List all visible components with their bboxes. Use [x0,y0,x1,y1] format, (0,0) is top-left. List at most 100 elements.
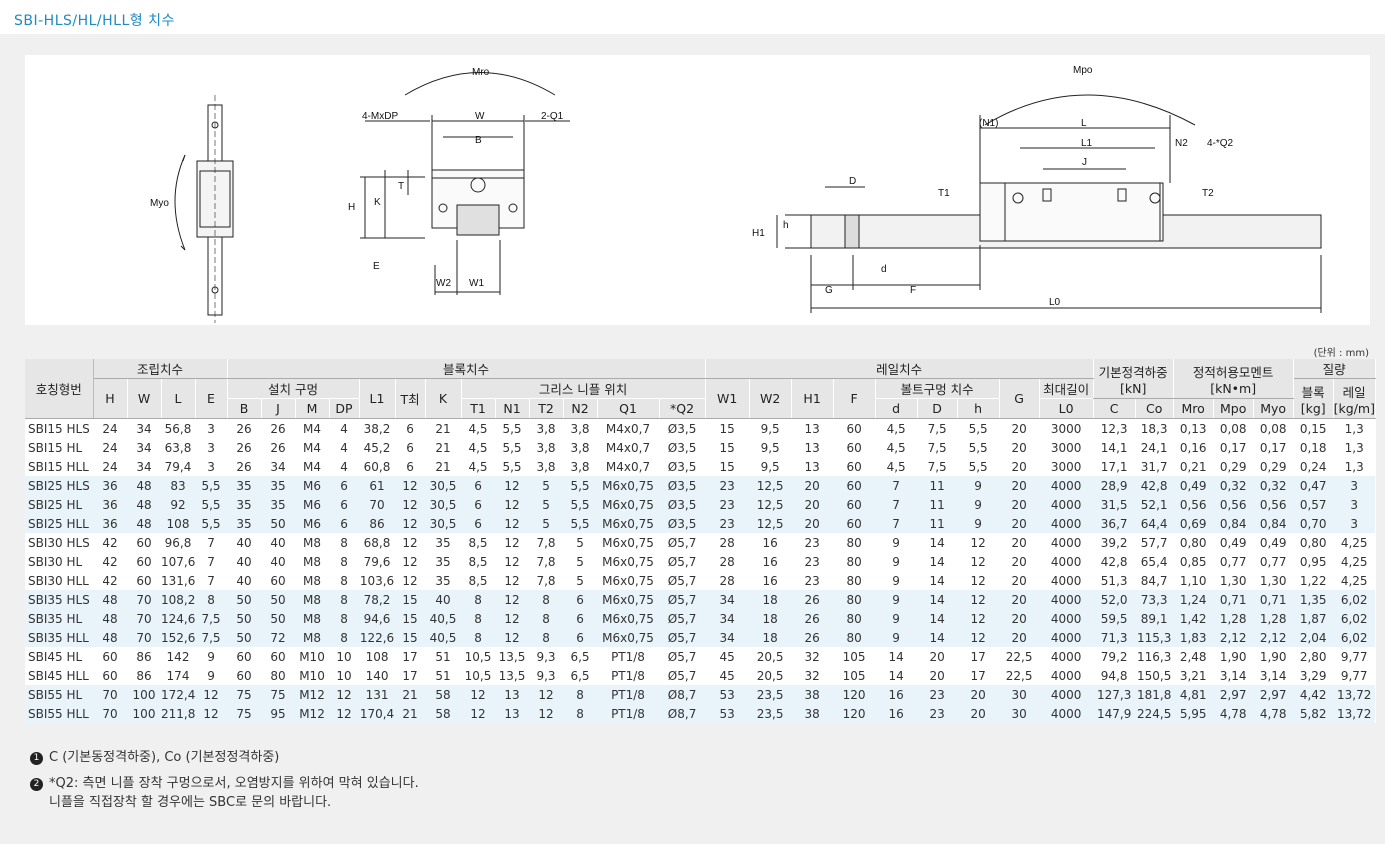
table-cell: 60 [136,535,152,550]
table-cell: 6 [395,418,426,438]
table-cell: 73,3 [1135,590,1174,609]
table-cell: 9 [875,609,918,628]
front-view [360,72,570,295]
d-big-label: D [849,176,856,187]
table-cell: 7,8 [536,535,556,550]
h-small-label: h [783,220,789,231]
table-cell: 24 [102,440,118,455]
table-cell: 0,16 [1179,440,1207,455]
table-cell: 96,8 [164,535,192,550]
table-cell: 20 [999,495,1040,514]
table-cell: 40,5 [425,628,462,647]
table-cell: 70 [359,495,396,514]
table-cell: 0,32 [1253,476,1294,495]
table-cell: 15 [395,628,426,647]
table-cell: 60,8 [363,459,391,474]
table-cell: 35 [435,554,451,569]
table-cell: Ø5,7 [667,573,697,588]
table-cell: 4000 [1050,573,1082,588]
table-cell: 9 [892,573,900,588]
table-cell: 0,71 [1213,590,1254,609]
table-cell: M6 [295,495,330,514]
table-cell: 34 [270,459,286,474]
table-cell: 2,04 [1293,628,1334,647]
h1-label: H1 [752,228,765,239]
table-cell: 108,2 [161,590,195,609]
table-cell: 6,5 [570,649,590,664]
table-cell: 11 [917,514,958,533]
table-cell: 18 [749,590,792,609]
table-cell: 13,5 [498,649,526,664]
table-cell: 20,5 [756,668,784,683]
table-row: SBI45 HLL 60 86 174 9 60 80 M10 10 140 17 51 10,5 13,… [25,666,1375,685]
table-cell: 152,6 [161,628,195,647]
table-cell: 86 [359,514,396,533]
table-cell: Ø8,7 [659,685,706,704]
table-cell: 13 [791,418,834,438]
table-cell: 0,84 [1213,514,1254,533]
header-load-rating: 기본정격하중 [kN] [1093,359,1174,399]
table-cell: 6,02 [1333,590,1376,609]
table-cell: 68,8 [363,535,391,550]
header-Mpo: Mpo [1213,398,1254,419]
table-cell: 80 [846,573,862,588]
table-cell: 5,5 [195,476,228,495]
model-cell: SBI45 HL [28,649,83,664]
table-cell: 23 [917,685,958,704]
table-cell: M6x0,75 [597,514,660,533]
table-cell: 60 [833,495,876,514]
table-cell: 20 [957,704,1000,723]
header-mass: 질량 [1293,359,1376,379]
table-cell: 70 [127,590,161,609]
table-cell: 0,08 [1253,418,1294,438]
table-cell: 4,25 [1340,554,1368,569]
table-cell: M6x0,75 [602,535,654,550]
table-cell: 75 [227,704,262,723]
table-cell: M12 [295,704,330,723]
table-cell: Ø5,7 [667,554,697,569]
header-Q2: *Q2 [659,398,706,419]
table-cell: 4,78 [1253,704,1294,723]
table-cell: 79,2 [1100,649,1128,664]
table-cell: 38 [791,704,834,723]
table-cell: 14 [888,649,904,664]
table-cell: 4,5 [886,440,906,455]
table-cell: 12 [402,554,418,569]
table-cell: 34 [705,628,750,647]
table-cell: 53 [705,704,750,723]
table-cell: 52,0 [1093,590,1136,609]
note-2: 2 *Q2: 측면 니플 장착 구멍으로서, 오염방지를 위하여 막혀 있습니다. [30,774,419,793]
table-cell: 83 [161,476,195,495]
table-cell: 3 [1333,476,1376,495]
t1-label: T1 [938,188,950,199]
table-cell: 0,17 [1219,440,1247,455]
table-cell: 51,3 [1100,573,1128,588]
table-cell: 14 [917,590,958,609]
table-cell: 12 [529,685,564,704]
table-cell: 38,2 [359,418,396,438]
table-cell: M8 [303,535,322,550]
table-cell: M6x0,75 [597,590,660,609]
table-cell: 12 [970,554,986,569]
table-cell: Ø3,5 [659,476,706,495]
table-cell: 0,95 [1299,554,1327,569]
table-cell: 8,5 [468,535,488,550]
table-cell: 5,5 [968,459,988,474]
header-W: W [127,378,162,419]
table-cell: 13 [495,685,530,704]
table-cell: 17 [970,649,986,664]
table-cell: 1,3 [1344,459,1364,474]
table-cell: 28,9 [1093,476,1136,495]
table-cell: 5 [529,495,564,514]
header-max-len: 최대길이 [1039,378,1094,399]
table-cell: 26 [791,609,834,628]
table-cell: 36 [93,514,127,533]
table-cell: 7,8 [536,554,556,569]
table-cell: 23 [804,573,820,588]
table-row: SBI15 HL 24 34 63,8 3 26 26 M4 4 45,2 6 21 4,5 5,5 3,8… [25,438,1375,457]
t2-label: T2 [1202,188,1214,199]
header-L0: L0 [1039,398,1094,419]
table-cell: 26 [791,590,834,609]
table-cell: 12 [402,573,418,588]
table-cell: 0,49 [1173,476,1214,495]
